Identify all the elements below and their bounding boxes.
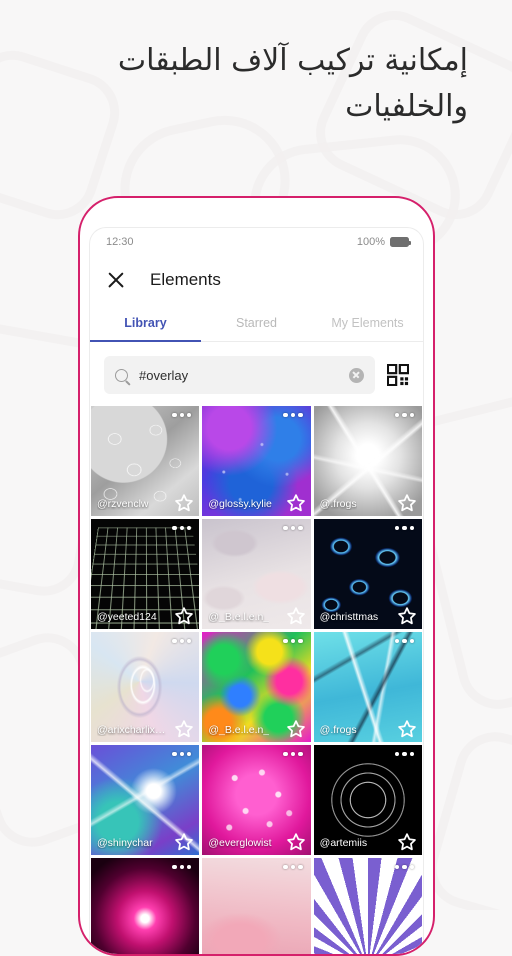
element-tile[interactable]: @everglowist xyxy=(202,745,310,855)
status-time: 12:30 xyxy=(106,236,134,248)
star-outline-icon[interactable] xyxy=(397,606,417,626)
element-tile[interactable]: @glossy.kylie xyxy=(202,406,310,516)
search-input[interactable]: #overlay xyxy=(104,356,375,394)
phone-screen: 12:30 100% Elements Library Starred My E… xyxy=(90,228,423,956)
tab-my-elements[interactable]: My Elements xyxy=(312,304,423,341)
element-author-handle: @arixcharlixmi... xyxy=(97,724,171,736)
element-author-handle: @shinychar xyxy=(97,837,153,849)
more-options-icon[interactable] xyxy=(395,413,414,417)
more-options-icon[interactable] xyxy=(283,639,302,643)
more-options-icon[interactable] xyxy=(395,639,414,643)
status-battery-percent: 100% xyxy=(357,236,385,248)
tab-bar: Library Starred My Elements xyxy=(90,304,423,342)
element-author-handle: @_B.e.l.e.n_ xyxy=(208,611,269,623)
status-bar: 12:30 100% xyxy=(90,228,423,256)
battery-full-icon xyxy=(390,237,409,247)
element-tile[interactable]: @_B.e.l.e.n_ xyxy=(202,632,310,742)
element-author-handle: @yeeted124 xyxy=(97,611,157,623)
more-options-icon[interactable] xyxy=(172,526,191,530)
element-tile[interactable]: @shinychar xyxy=(91,745,199,855)
element-thumbnail xyxy=(91,858,199,956)
element-author-handle: @everglowist xyxy=(208,837,271,849)
star-outline-icon[interactable] xyxy=(397,719,417,739)
tab-starred[interactable]: Starred xyxy=(201,304,312,341)
element-tile[interactable]: @rzvenclw xyxy=(91,406,199,516)
more-options-icon[interactable] xyxy=(172,752,191,756)
star-outline-icon[interactable] xyxy=(286,719,306,739)
phone-mockup-frame: 12:30 100% Elements Library Starred My E… xyxy=(78,196,435,956)
element-author-handle: @rzvenclw xyxy=(97,498,149,510)
star-outline-icon[interactable] xyxy=(174,606,194,626)
star-outline-icon[interactable] xyxy=(286,606,306,626)
more-options-icon[interactable] xyxy=(283,413,302,417)
search-icon xyxy=(115,369,128,382)
star-outline-icon[interactable] xyxy=(174,719,194,739)
element-tile[interactable]: @arixcharlixmi... xyxy=(91,632,199,742)
element-author-handle: @.frogs xyxy=(320,724,357,736)
more-options-icon[interactable] xyxy=(395,752,414,756)
element-thumbnail xyxy=(314,858,422,956)
search-row: #overlay xyxy=(90,342,423,406)
qr-code-icon[interactable] xyxy=(387,364,409,386)
star-outline-icon[interactable] xyxy=(174,832,194,852)
star-outline-icon[interactable] xyxy=(174,493,194,513)
elements-grid: @rzvenclw @glossy.kylie @.frogs @yeeted1… xyxy=(90,406,423,956)
element-author-handle: @.frogs xyxy=(320,498,357,510)
more-options-icon[interactable] xyxy=(395,865,414,869)
promo-headline: إمكانية تركيب آلاف الطبقات والخلفيات xyxy=(0,38,512,129)
element-author-handle: @christtmas xyxy=(320,611,379,623)
tab-library[interactable]: Library xyxy=(90,304,201,341)
element-tile[interactable] xyxy=(314,858,422,956)
star-outline-icon[interactable] xyxy=(286,493,306,513)
element-tile[interactable]: @artemiis xyxy=(314,745,422,855)
element-tile[interactable]: @_B.e.l.e.n_ xyxy=(202,519,310,629)
element-author-handle: @artemiis xyxy=(320,837,367,849)
more-options-icon[interactable] xyxy=(172,865,191,869)
element-tile[interactable] xyxy=(91,858,199,956)
more-options-icon[interactable] xyxy=(283,865,302,869)
star-outline-icon[interactable] xyxy=(397,493,417,513)
more-options-icon[interactable] xyxy=(172,413,191,417)
more-options-icon[interactable] xyxy=(283,752,302,756)
close-icon[interactable] xyxy=(106,270,126,290)
search-input-value: #overlay xyxy=(139,368,338,383)
more-options-icon[interactable] xyxy=(283,526,302,530)
more-options-icon[interactable] xyxy=(395,526,414,530)
element-author-handle: @_B.e.l.e.n_ xyxy=(208,724,269,736)
element-tile[interactable]: @.frogs xyxy=(314,406,422,516)
element-tile[interactable] xyxy=(202,858,310,956)
more-options-icon[interactable] xyxy=(172,639,191,643)
star-outline-icon[interactable] xyxy=(286,832,306,852)
element-tile[interactable]: @yeeted124 xyxy=(91,519,199,629)
element-author-handle: @glossy.kylie xyxy=(208,498,272,510)
page-title: Elements xyxy=(150,270,221,290)
star-outline-icon[interactable] xyxy=(397,832,417,852)
app-bar: Elements xyxy=(90,256,423,304)
clear-circle-icon[interactable] xyxy=(349,368,364,383)
element-tile[interactable]: @christtmas xyxy=(314,519,422,629)
element-tile[interactable]: @.frogs xyxy=(314,632,422,742)
element-thumbnail xyxy=(202,858,310,956)
